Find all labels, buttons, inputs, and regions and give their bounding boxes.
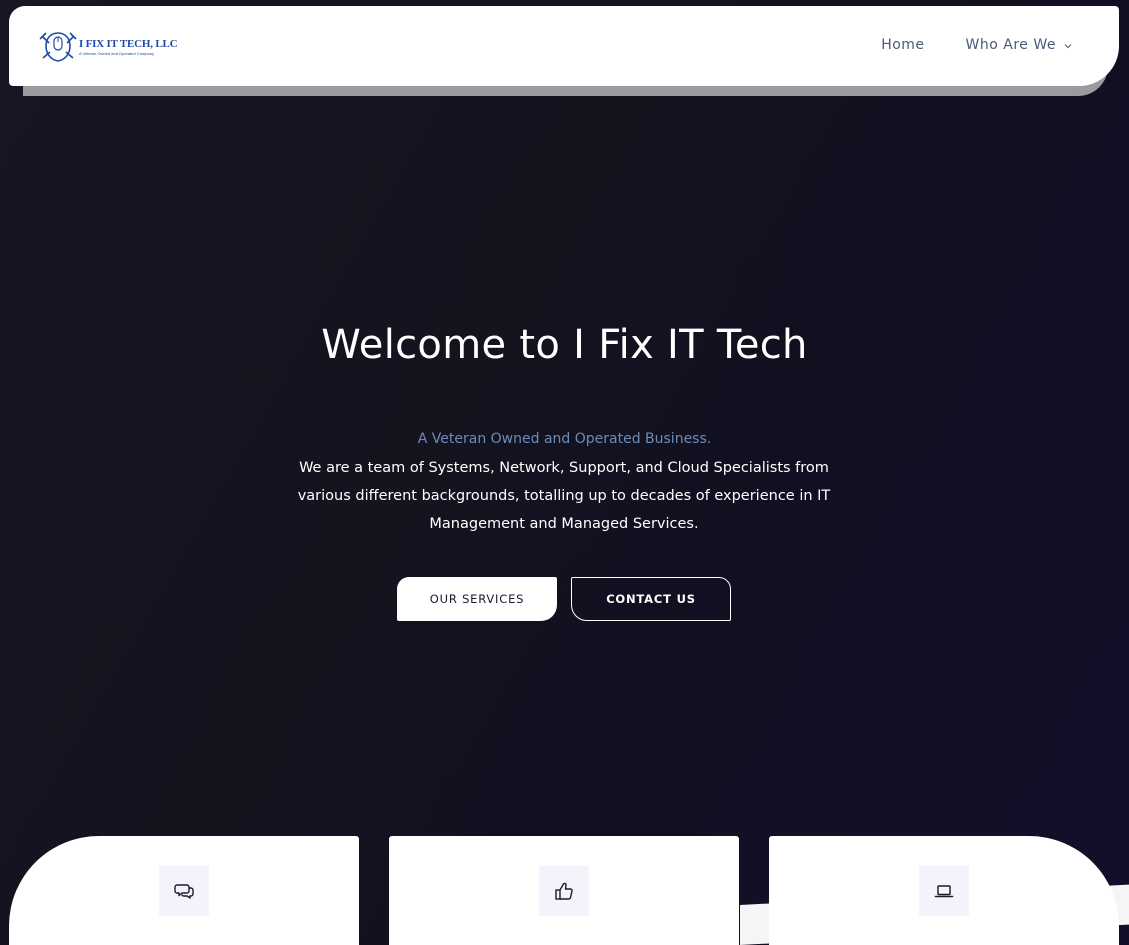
feature-icon-box: [159, 866, 209, 916]
hero-title: Welcome to I Fix IT Tech: [321, 322, 808, 368]
chevron-down-icon: [1064, 44, 1072, 49]
logo-name: I FIX IT TECH, LLC: [79, 37, 178, 50]
thumbs-up-icon: [555, 882, 573, 900]
site-header: I FIX IT TECH, LLC A Veteran Owned and O…: [9, 6, 1119, 86]
laptop-icon: [934, 885, 954, 898]
feature-icon-box: [919, 866, 969, 916]
nav-who-are-we-label: Who Are We: [965, 37, 1056, 53]
main-nav: Home Who Are We: [881, 37, 1072, 53]
feature-card-2: [389, 836, 739, 945]
nav-home-label: Home: [881, 37, 925, 53]
our-services-button[interactable]: OUR SERVICES: [397, 577, 557, 621]
nav-home[interactable]: Home: [881, 37, 924, 53]
feature-icon-box: [539, 866, 589, 916]
contact-us-button[interactable]: CONTACT US: [571, 577, 731, 621]
nav-who-are-we[interactable]: Who Are We: [966, 37, 1072, 53]
logo-text: I FIX IT TECH, LLC A Veteran Owned and O…: [79, 37, 178, 56]
logo-tagline: A Veteran Owned and Operated Company: [79, 50, 154, 56]
site-logo[interactable]: I FIX IT TECH, LLC A Veteran Owned and O…: [39, 28, 178, 66]
logo-emblem-icon: [39, 32, 77, 62]
feature-card-1: [9, 836, 359, 945]
feature-card-3: [769, 836, 1119, 945]
hero-tagline: A Veteran Owned and Operated Business.: [417, 431, 712, 447]
chat-bubbles-icon: [174, 884, 194, 899]
hero-description: We are a team of Systems, Network, Suppo…: [297, 460, 831, 532]
